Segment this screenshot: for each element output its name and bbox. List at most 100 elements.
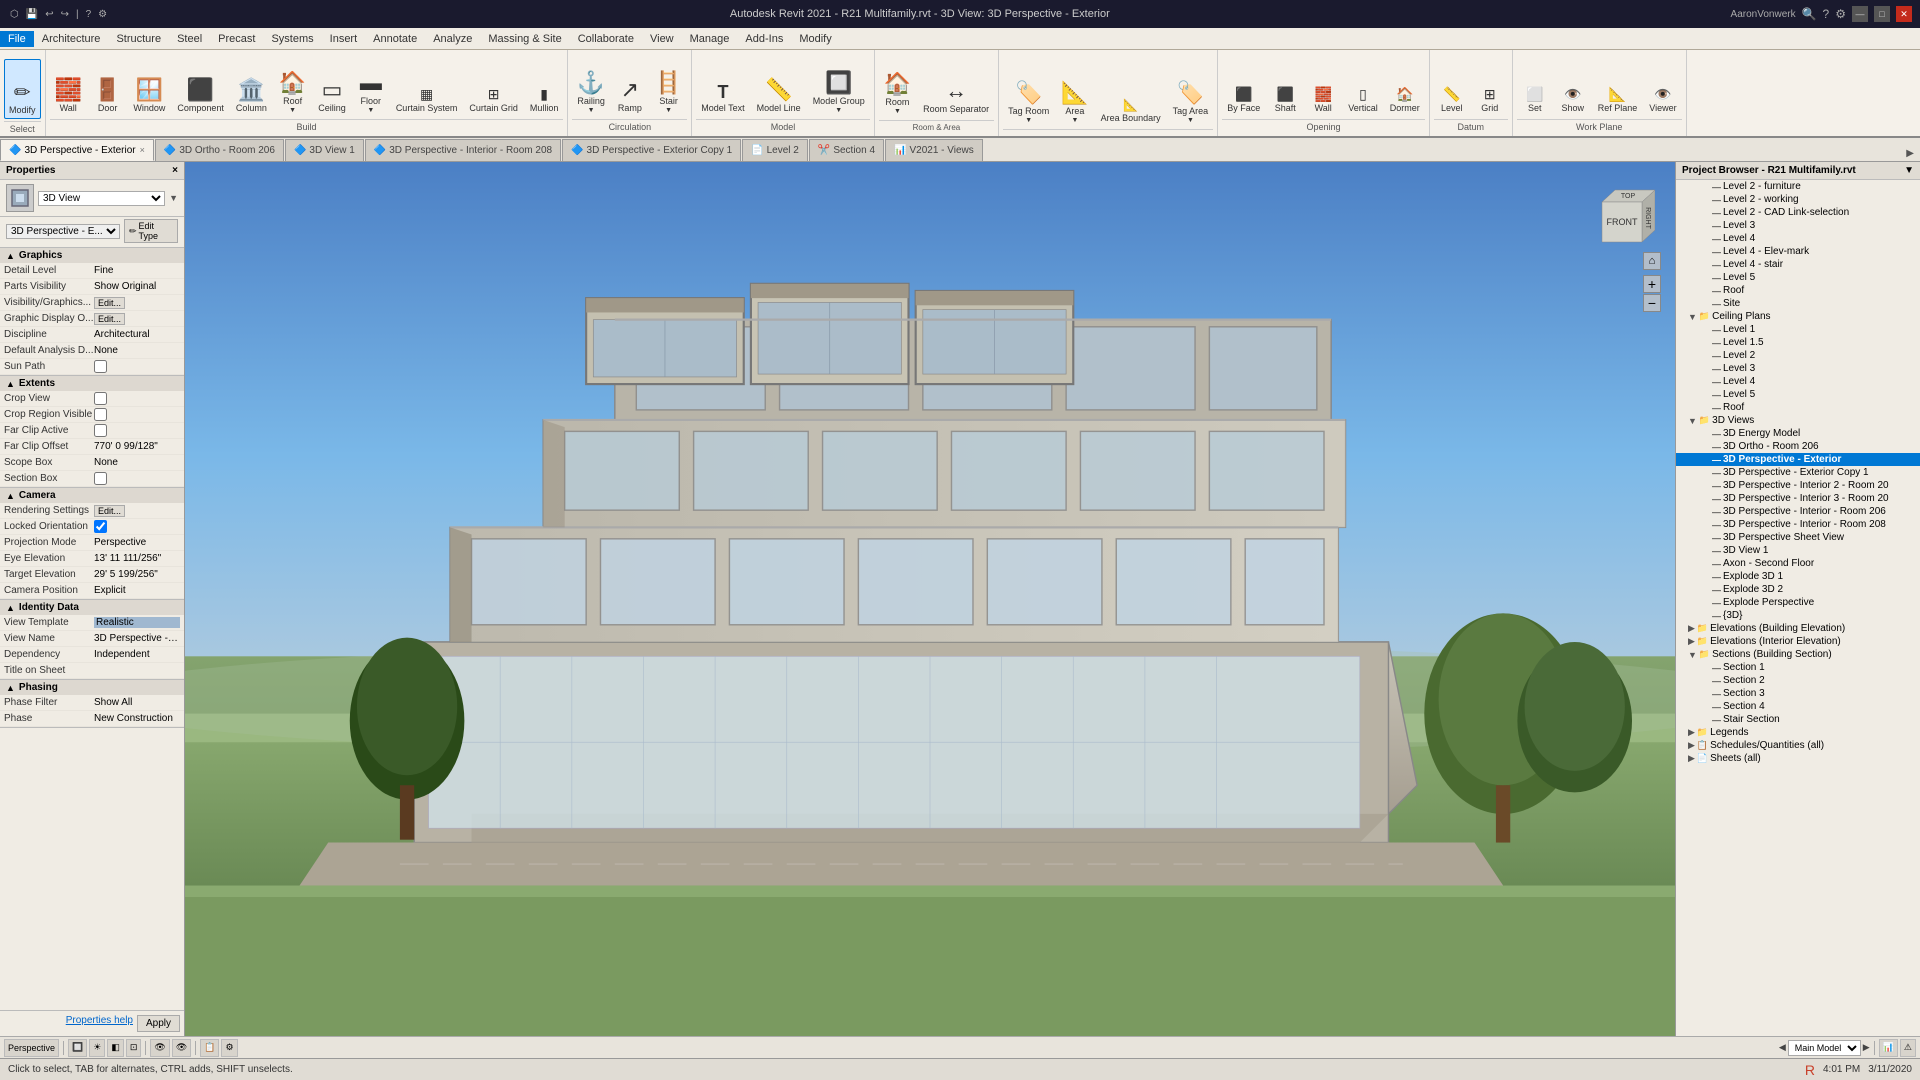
menu-architecture[interactable]: Architecture [34,31,109,47]
pb-item-6[interactable]: — Level 4 - stair [1676,258,1920,271]
zoom-home-btn[interactable]: ⌂ [1643,252,1661,270]
viewport[interactable]: FRONT RIGHT TOP ⌂ + − [185,162,1675,1036]
ribbon-opening-wall-btn[interactable]: 🧱 Wall [1305,57,1341,117]
ribbon-modify-btn[interactable]: ✏ Modify [4,59,41,119]
ribbon-model-line-btn[interactable]: 📏 Model Line [752,57,806,117]
tabs-scroll-right[interactable]: ▶ [1900,146,1920,161]
menu-modify[interactable]: Modify [791,31,839,47]
sun-path-btn[interactable]: ☀ [89,1039,105,1057]
tab-v2021-views[interactable]: 📊 V2021 - Views [885,139,983,161]
visual-style-btn[interactable]: 🔲 [68,1039,87,1057]
pb-section4[interactable]: — Section 4 [1676,700,1920,713]
reveal-btn[interactable]: 👁 [172,1039,191,1057]
pb-ceiling-4[interactable]: — Level 4 [1676,375,1920,388]
temp-hide-btn[interactable]: 👁 [150,1039,169,1057]
prop-group-identity-header[interactable]: ▲ Identity Data [0,600,184,615]
pb-item-3[interactable]: — Level 3 [1676,219,1920,232]
pb-ceiling-roof[interactable]: — Roof [1676,401,1920,414]
ribbon-column-btn[interactable]: 🏛️ Column [231,57,272,117]
graphic-display-edit-btn[interactable]: Edit... [94,313,125,325]
menu-annotate[interactable]: Annotate [365,31,425,47]
analytics-btn[interactable]: 📊 [1879,1039,1898,1057]
pb-3d-view1[interactable]: — 3D View 1 [1676,544,1920,557]
ribbon-shaft-btn[interactable]: ⬛ Shaft [1267,57,1303,117]
pb-item-9[interactable]: — Site [1676,297,1920,310]
properties-apply-btn[interactable]: Apply [137,1015,180,1032]
pb-section2[interactable]: — Section 2 [1676,674,1920,687]
3dviews-expand[interactable]: ▼ [1688,416,1697,426]
pb-section1[interactable]: — Section 1 [1676,661,1920,674]
ribbon-window-btn[interactable]: 🪟 Window [128,57,170,117]
undo-btn[interactable]: ↩ [43,9,55,20]
options-icon[interactable]: ⚙ [96,9,109,20]
ribbon-by-face-btn[interactable]: ⬛ By Face [1222,57,1265,117]
ribbon-ceiling-btn[interactable]: ▭ Ceiling [313,57,351,117]
ribbon-curtain-grid-btn[interactable]: ⊞ Curtain Grid [464,57,523,117]
pb-item-8[interactable]: — Roof [1676,284,1920,297]
legends-expand[interactable]: ▶ [1688,727,1695,738]
menu-massing[interactable]: Massing & Site [480,31,569,47]
prop-dropdown-arrow[interactable]: ▼ [169,193,178,203]
ribbon-vertical-btn[interactable]: ▯ Vertical [1343,57,1383,117]
tab-3d-view1[interactable]: 🔷 3D View 1 [285,139,364,161]
zoom-out-btn[interactable]: − [1643,294,1661,312]
ribbon-room-btn[interactable]: 🏠 Room ▼ [879,58,916,118]
ribbon-floor-btn[interactable]: ▬ Floor ▼ [353,57,389,117]
ribbon-room-separator-btn[interactable]: ↔ Room Separator [918,58,994,118]
tab-3d-ortho-room206[interactable]: 🔷 3D Ortho - Room 206 [155,139,284,161]
minimize-btn[interactable]: — [1852,6,1868,22]
pb-stair-section[interactable]: — Stair Section [1676,713,1920,726]
pb-collapse-btn[interactable]: ▼ [1904,165,1914,176]
menu-file[interactable]: File [0,31,34,47]
properties-help-link[interactable]: Properties help [66,1015,133,1032]
properties-scroll[interactable]: ▲ Graphics Detail Level Fine Parts Visib… [0,248,184,1010]
crop-btn[interactable]: ⊡ [126,1039,142,1057]
elev-int-expand[interactable]: ▶ [1688,636,1695,647]
ribbon-component-btn[interactable]: ⬛ Component [172,57,229,117]
pb-3d-interior-208[interactable]: — 3D Perspective - Interior - Room 208 [1676,518,1920,531]
pb-3d-ortho-206[interactable]: — 3D Ortho - Room 206 [1676,440,1920,453]
ribbon-area-btn[interactable]: 📐 Area ▼ [1056,67,1093,127]
pb-axon-second[interactable]: — Axon - Second Floor [1676,557,1920,570]
rendering-settings-edit-btn[interactable]: Edit... [94,505,125,517]
menu-insert[interactable]: Insert [322,31,366,47]
pb-tree[interactable]: — Level 2 - furniture — Level 2 - workin… [1676,180,1920,1036]
pb-section3[interactable]: — Section 3 [1676,687,1920,700]
pb-schedules-folder[interactable]: ▶ 📋 Schedules/Quantities (all) [1676,739,1920,752]
ribbon-railing-btn[interactable]: ⚓ Railing ▼ [572,57,610,117]
tab-3d-perspective-exterior[interactable]: 🔷 3D Perspective - Exterior × [0,139,154,161]
prop-group-camera-header[interactable]: ▲ Camera [0,488,184,503]
ribbon-curtain-system-btn[interactable]: ▦ Curtain System [391,57,463,117]
menu-collaborate[interactable]: Collaborate [570,31,642,47]
pb-sections-bldg-folder[interactable]: ▼ 📁 Sections (Building Section) [1676,648,1920,661]
maximize-btn[interactable]: □ [1874,6,1890,22]
ribbon-area-boundary-btn[interactable]: 📐 Area Boundary [1096,67,1166,127]
sections-bldg-expand[interactable]: ▼ [1688,650,1697,660]
ribbon-viewer-btn[interactable]: 👁️ Viewer [1644,57,1681,117]
pb-explode-persp[interactable]: — Explode Perspective [1676,596,1920,609]
ribbon-mullion-btn[interactable]: ▮ Mullion [525,57,564,117]
tab-section4[interactable]: ✂️ Section 4 [809,139,884,161]
pb-elevations-bldg-folder[interactable]: ▶ 📁 Elevations (Building Elevation) [1676,622,1920,635]
pb-3d-interior3-206[interactable]: — 3D Perspective - Interior 3 - Room 20 [1676,492,1920,505]
ribbon-roof-btn[interactable]: 🏠 Roof ▼ [274,57,311,117]
pb-elevations-int-folder[interactable]: ▶ 📁 Elevations (Interior Elevation) [1676,635,1920,648]
active-workset-select[interactable]: Main Model [1788,1040,1861,1056]
ribbon-ref-plane-btn[interactable]: 📐 Ref Plane [1593,57,1643,117]
nav-cube[interactable]: FRONT RIGHT TOP [1590,182,1655,247]
edit-type-btn[interactable]: ✏ Edit Type [124,219,178,243]
pb-3d-interior2-206[interactable]: — 3D Perspective - Interior 2 - Room 20 [1676,479,1920,492]
pb-3d-perspective-ext[interactable]: — 3D Perspective - Exterior [1676,453,1920,466]
pb-3dviews-folder[interactable]: ▼ 📁 3D Views [1676,414,1920,427]
warning-btn[interactable]: ⚠ [1900,1039,1916,1057]
crop-view-checkbox[interactable] [94,392,107,405]
ribbon-tag-area-btn[interactable]: 🏷️ Tag Area ▼ [1168,67,1214,127]
menu-manage[interactable]: Manage [682,31,738,47]
perspective-btn[interactable]: Perspective [4,1039,59,1057]
pb-item-4[interactable]: — Level 4 [1676,232,1920,245]
settings-btn[interactable]: ⚙ [1835,7,1846,21]
pb-item-7[interactable]: — Level 5 [1676,271,1920,284]
pb-3d-curly[interactable]: — {3D} [1676,609,1920,622]
pb-sheets-folder[interactable]: ▶ 📄 Sheets (all) [1676,752,1920,765]
prop-group-extents-header[interactable]: ▲ Extents [0,376,184,391]
